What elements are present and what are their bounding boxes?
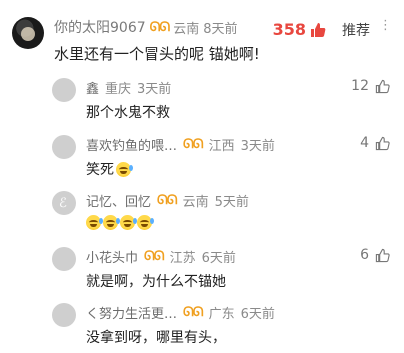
reply-text: 没拿到呀，哪里有头，	[86, 327, 226, 347]
reply-text-content: 就是啊，为什么不锚她	[86, 274, 226, 290]
vip-badge-icon: ᘏᘏ	[183, 305, 204, 320]
reply-text: 笑死	[86, 159, 133, 179]
username[interactable]: 你的太阳9067	[54, 17, 146, 37]
reply-text-content: 没拿到呀，哪里有头，	[86, 330, 226, 346]
reply-item: く努力生活更… ᘏᘏ 广东 6天前 没拿到呀，哪里有头，	[0, 299, 404, 346]
reply-item: 鑫 重庆 3天前 12 那个水鬼不救	[0, 74, 404, 121]
laughing-tears-emoji	[86, 215, 103, 230]
location: 云南	[182, 195, 209, 210]
reply-text	[86, 215, 154, 230]
like-count: 358	[272, 20, 306, 39]
vip-badge-icon: ᘏᘏ	[183, 137, 204, 152]
timestamp: 5天前	[214, 195, 249, 210]
location: 重庆	[105, 82, 132, 97]
thumb-up-icon	[375, 136, 390, 150]
like-button[interactable]: 12	[351, 78, 390, 94]
avatar[interactable]: ℰ	[52, 191, 76, 215]
reply-header: く努力生活更… ᘏᘏ 广东 6天前	[86, 303, 275, 322]
timestamp: 6天前	[240, 307, 275, 322]
thumb-up-icon	[375, 79, 390, 93]
comment-header: 你的太阳9067 ᘏᘏ 云南 8天前	[54, 17, 238, 37]
reply-text-content: 那个水鬼不救	[86, 105, 170, 121]
avatar[interactable]	[52, 303, 76, 327]
comment-text: 水里还有一个冒头的呢 锚她啊!	[54, 45, 260, 63]
username[interactable]: 小花头巾	[86, 247, 138, 266]
username[interactable]: 鑫	[86, 78, 99, 97]
location: 广东	[208, 307, 235, 322]
like-count: 12	[351, 78, 369, 94]
username[interactable]: 记忆、回忆	[86, 191, 151, 210]
reply-item: 小花头巾 ᘏᘏ 江苏 6天前 6 就是啊，为什么不锚她	[0, 243, 404, 290]
timestamp: 3天前	[137, 82, 172, 97]
location: 云南	[173, 21, 200, 37]
timestamp: 3天前	[240, 139, 275, 154]
laughing-tears-emoji	[137, 215, 154, 230]
username[interactable]: 喜欢钓鱼的喂…	[86, 135, 177, 154]
location: 江西	[208, 139, 235, 154]
like-count: 6	[360, 247, 369, 263]
like-count: 4	[360, 135, 369, 151]
like-button[interactable]: 6	[360, 247, 390, 263]
reply-text: 那个水鬼不救	[86, 102, 170, 122]
username[interactable]: く努力生活更…	[86, 303, 177, 322]
vip-badge-icon: ᘏᘏ	[157, 193, 178, 208]
laughing-tears-emoji	[116, 161, 133, 177]
location: 江苏	[169, 251, 196, 266]
reply-header: 鑫 重庆 3天前	[86, 78, 171, 97]
avatar[interactable]	[52, 78, 76, 102]
vip-badge-icon: ᘏᘏ	[149, 19, 171, 35]
like-button[interactable]: 358	[273, 20, 326, 39]
vip-badge-icon: ᘏᘏ	[144, 249, 165, 264]
reply-header: 记忆、回忆 ᘏᘏ 云南 5天前	[86, 191, 249, 210]
reply-text: 就是啊，为什么不锚她	[86, 271, 226, 291]
thumb-up-icon	[311, 22, 326, 37]
reply-header: 喜欢钓鱼的喂… ᘏᘏ 江西 3天前	[86, 135, 275, 154]
thumb-up-icon	[375, 248, 390, 262]
avatar[interactable]	[52, 247, 76, 271]
more-icon[interactable]: ⋮	[379, 18, 392, 33]
reply-item: 喜欢钓鱼的喂… ᘏᘏ 江西 3天前 4 笑死	[0, 131, 404, 178]
recommend-button[interactable]: 推荐	[342, 20, 370, 40]
avatar[interactable]	[12, 17, 44, 49]
laughing-tears-emoji	[120, 215, 137, 230]
laughing-tears-emoji	[103, 215, 120, 230]
timestamp: 8天前	[203, 21, 238, 37]
reply-item: ℰ 记忆、回忆 ᘏᘏ 云南 5天前	[0, 187, 404, 230]
avatar[interactable]	[52, 135, 76, 159]
timestamp: 6天前	[201, 251, 236, 266]
reply-text-content: 笑死	[86, 162, 114, 178]
like-button[interactable]: 4	[360, 135, 390, 151]
reply-header: 小花头巾 ᘏᘏ 江苏 6天前	[86, 247, 236, 266]
